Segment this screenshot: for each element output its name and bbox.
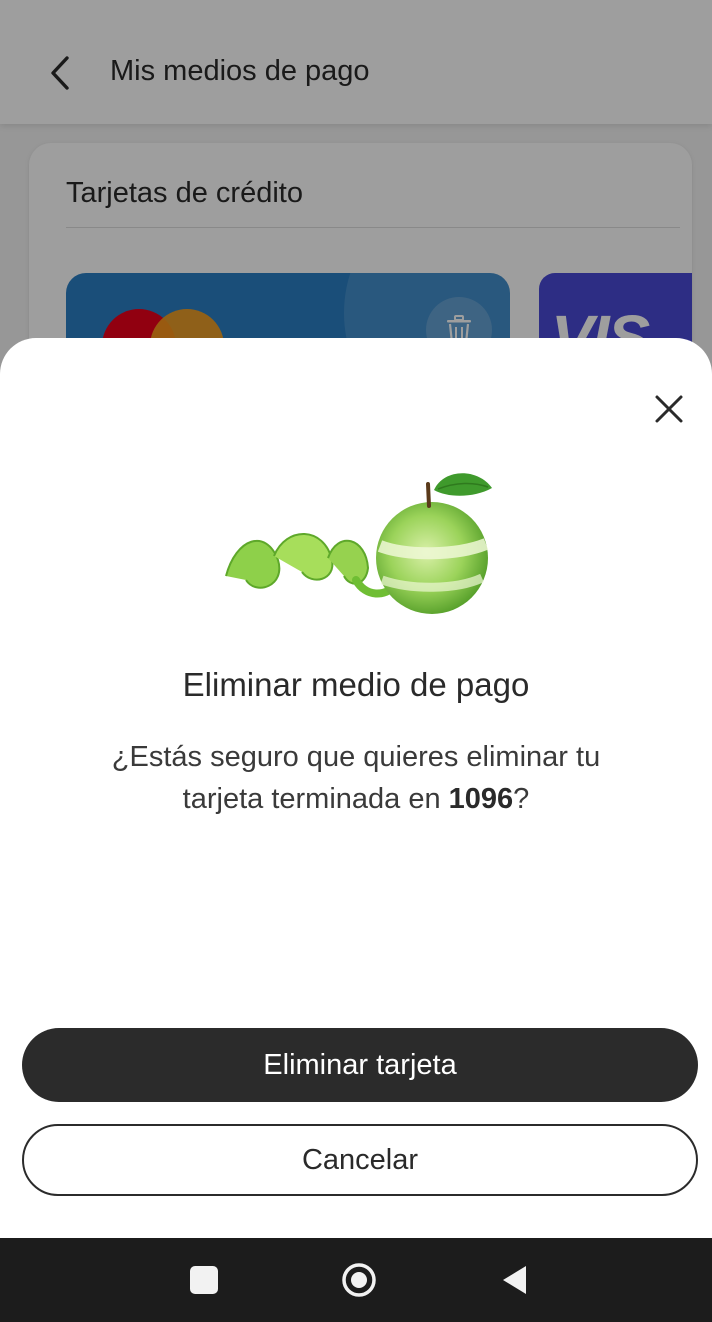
square-recents-icon[interactable] xyxy=(190,1266,218,1294)
triangle-back-icon[interactable] xyxy=(500,1264,530,1296)
delete-payment-dialog: Eliminar medio de pago ¿Estás seguro que… xyxy=(0,338,712,1238)
message-suffix: ? xyxy=(513,783,530,815)
dialog-message: ¿Estás seguro que quieres eliminar tu ta… xyxy=(90,736,622,820)
cancel-button[interactable]: Cancelar xyxy=(22,1124,698,1196)
close-icon xyxy=(655,395,683,423)
dialog-title: Eliminar medio de pago xyxy=(182,666,530,703)
delete-card-button[interactable]: Eliminar tarjeta xyxy=(22,1028,698,1102)
system-navigation-bar xyxy=(0,1238,712,1322)
peeled-apple-illustration xyxy=(225,473,492,614)
card-last-digits: 1096 xyxy=(448,783,514,815)
close-button[interactable] xyxy=(646,386,692,432)
circle-home-icon[interactable] xyxy=(341,1262,377,1298)
